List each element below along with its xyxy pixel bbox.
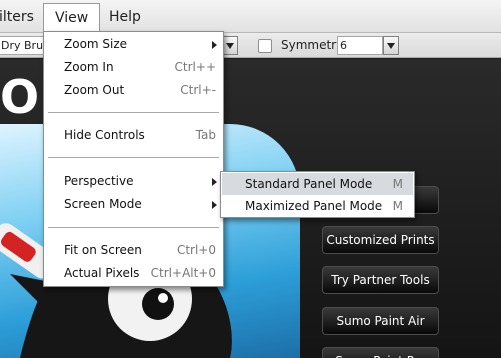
submenu-arrow-icon (212, 41, 217, 49)
menu-view[interactable]: View (43, 3, 101, 31)
menu-item-fit-on-screen[interactable]: Fit on Screen Ctrl+0 (44, 239, 223, 261)
customized-prints-button[interactable]: Customized Prints (322, 226, 439, 254)
menu-item-zoom-in[interactable]: Zoom In Ctrl++ (44, 56, 223, 78)
menu-separator (48, 157, 219, 158)
sumo-paint-pro-button[interactable]: Sumo Paint Pro (322, 347, 439, 358)
menu-item-zoom-size[interactable]: Zoom Size (44, 33, 223, 55)
menu-item-hide-controls[interactable]: Hide Controls Tab (44, 124, 223, 146)
submenu-arrow-icon (212, 178, 217, 186)
menu-item-actual-pixels[interactable]: Actual Pixels Ctrl+Alt+0 (44, 262, 223, 284)
menu-item-perspective[interactable]: Perspective (44, 170, 223, 192)
symmetry-checkbox[interactable] (258, 39, 272, 53)
sumo-paint-air-button[interactable]: Sumo Paint Air (322, 307, 439, 335)
menu-filters[interactable]: ilters (0, 3, 45, 31)
menu-bar: ilters View Help (0, 0, 501, 33)
view-menu: Zoom Size Zoom In Ctrl++ Zoom Out Ctrl+-… (43, 31, 224, 287)
symmetry-dropdown-button[interactable] (383, 36, 399, 55)
symmetry-label: Symmetry (281, 38, 344, 52)
screen-mode-submenu: Standard Panel Mode M Maximized Panel Mo… (220, 171, 415, 218)
menu-separator (48, 112, 219, 113)
symmetry-value-field[interactable]: 6 (337, 36, 383, 55)
menu-item-zoom-out[interactable]: Zoom Out Ctrl+- (44, 79, 223, 101)
menu-item-screen-mode[interactable]: Screen Mode (44, 193, 223, 215)
submenu-item-maximized-panel-mode[interactable]: Maximized Panel Mode M (222, 195, 413, 217)
menu-separator (48, 227, 219, 228)
submenu-item-standard-panel-mode[interactable]: Standard Panel Mode M (222, 173, 413, 195)
brush-dropdown-button[interactable] (222, 36, 238, 55)
try-partner-tools-button[interactable]: Try Partner Tools (322, 266, 439, 294)
submenu-arrow-icon (212, 201, 217, 209)
menu-help[interactable]: Help (98, 3, 152, 31)
